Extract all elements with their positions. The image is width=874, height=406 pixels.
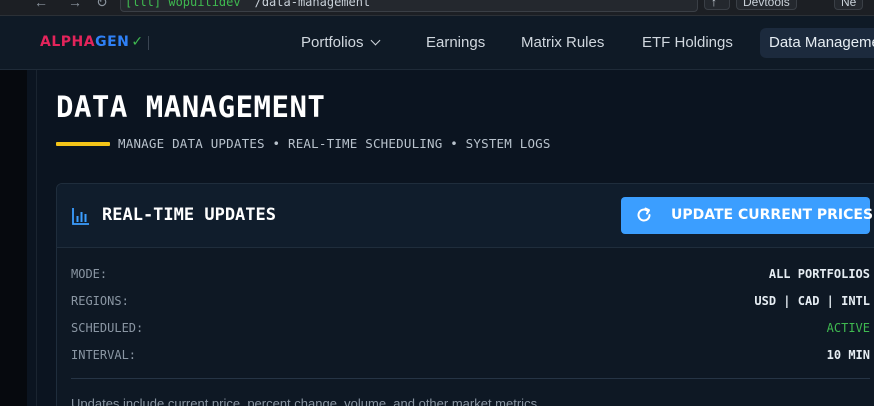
extra-button[interactable]: Ne xyxy=(834,0,864,10)
setting-key: REGIONS: xyxy=(71,294,129,308)
nav-matrix-rules[interactable]: Matrix Rules xyxy=(521,28,604,58)
bar-chart-icon xyxy=(72,208,89,225)
forward-arrow-icon[interactable]: → xyxy=(68,0,82,10)
update-current-prices-button[interactable]: UPDATE CURRENT PRICES xyxy=(621,197,874,234)
nav-matrix-rules-label: Matrix Rules xyxy=(521,34,605,51)
page-subtitle: MANAGE DATA UPDATES • REAL-TIME SCHEDULI… xyxy=(118,136,551,151)
realtime-updates-card: REAL-TIME UPDATES UPDATE CURRENT PRICES … xyxy=(56,183,874,406)
left-gutter xyxy=(0,70,27,406)
settings-list: MODE: ALL PORTFOLIOS REGIONS: USD | CAD … xyxy=(71,264,870,372)
logo-check-icon: ✓ xyxy=(131,34,144,50)
address-env: [lll] wopuitidev xyxy=(125,0,241,9)
setting-row-regions: REGIONS: USD | CAD | INTL xyxy=(71,291,870,318)
devtools-label: Devtools xyxy=(743,0,790,9)
setting-row-interval: INTERVAL: 10 MIN xyxy=(71,345,870,372)
status-badge: ACTIVE xyxy=(826,321,870,335)
nav-data-management[interactable]: Data Management xyxy=(760,28,874,58)
setting-value: 10 MIN xyxy=(826,348,870,362)
setting-row-scheduled: SCHEDULED: ACTIVE xyxy=(71,318,870,345)
nav-etf-holdings-label: ETF Holdings xyxy=(642,34,733,51)
nav-etf-holdings[interactable]: ETF Holdings xyxy=(642,28,733,58)
setting-key: SCHEDULED: xyxy=(71,321,144,335)
update-button-label: UPDATE CURRENT PRICES xyxy=(671,207,874,223)
reload-icon[interactable]: ↻ xyxy=(96,0,108,11)
card-title: REAL-TIME UPDATES xyxy=(102,205,276,225)
logo[interactable]: ALPHAGEN ✓ xyxy=(40,34,144,50)
logo-part-alpha: ALPHA xyxy=(40,34,96,50)
back-arrow-icon[interactable]: ← xyxy=(34,0,48,10)
nav-earnings-label: Earnings xyxy=(426,34,486,51)
gutter-divider xyxy=(36,70,37,406)
page-title: DATA MANAGEMENT xyxy=(56,90,326,124)
setting-row-mode: MODE: ALL PORTFOLIOS xyxy=(71,264,870,291)
browser-toolbar: ← → ↻ [lll] wopuitidev/data-management ↑… xyxy=(0,0,874,16)
card-header: REAL-TIME UPDATES UPDATE CURRENT PRICES xyxy=(57,184,874,248)
nav-data-management-label: Data Management xyxy=(769,34,874,51)
nav-portfolios-label: Portfolios xyxy=(301,34,364,51)
setting-value: USD | CAD | INTL xyxy=(754,294,870,308)
setting-value: ALL PORTFOLIOS xyxy=(768,267,870,281)
title-underline xyxy=(56,142,110,146)
setting-key: MODE: xyxy=(71,267,108,281)
extra-label: Ne xyxy=(841,0,857,9)
refresh-icon xyxy=(637,207,651,222)
app-header: ALPHAGEN ✓ Portfolios Earnings Matrix Rul… xyxy=(0,16,874,70)
logo-part-gen: GEN xyxy=(95,34,130,50)
devtools-button[interactable]: Devtools xyxy=(736,0,797,10)
logo-divider xyxy=(148,36,149,50)
extension-button[interactable]: ↑ xyxy=(704,0,730,10)
card-note: Updates include current price, percent c… xyxy=(71,396,541,406)
address-path: /data-management xyxy=(254,0,371,9)
chevron-down-icon xyxy=(370,35,380,46)
setting-key: INTERVAL: xyxy=(71,348,137,362)
nav-earnings[interactable]: Earnings xyxy=(426,28,485,58)
card-divider xyxy=(71,378,870,379)
address-bar[interactable]: [lll] wopuitidev/data-management xyxy=(120,0,698,12)
nav-portfolios[interactable]: Portfolios xyxy=(301,28,380,58)
